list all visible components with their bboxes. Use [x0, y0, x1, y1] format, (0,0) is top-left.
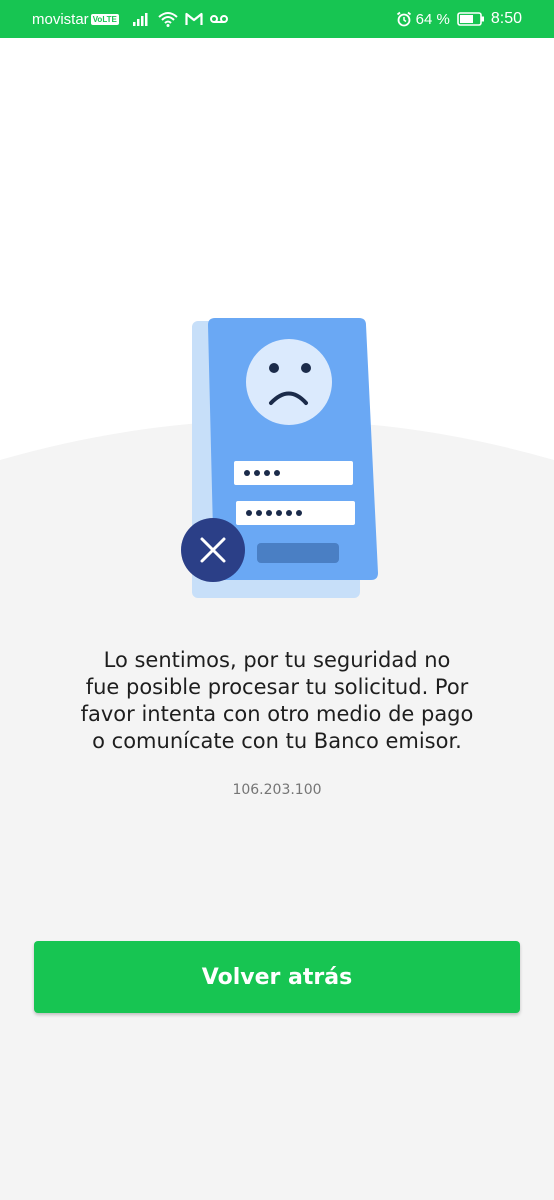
battery-icon: [457, 12, 485, 26]
wifi-icon: [158, 11, 178, 27]
battery-percent: 64 %: [415, 10, 450, 28]
signal-icon: [132, 11, 151, 27]
voicemail-icon: [209, 14, 228, 24]
alarm-icon: [396, 11, 412, 27]
carrier-name: movistar: [32, 10, 89, 28]
volte-badge: VoLTE: [90, 13, 119, 25]
password-field-1: [234, 461, 353, 485]
status-bar: movistar VoLTE 64 % 8:50: [0, 0, 554, 38]
gmail-icon: [185, 12, 203, 26]
close-icon: [181, 518, 245, 582]
error-message-line: fue posible procesar tu solicitud. Por: [85, 675, 469, 699]
password-field-2: [236, 501, 355, 525]
error-message: Lo sentimos, por tu seguridad no fue pos…: [27, 647, 527, 755]
error-code: 106.203.100: [232, 782, 322, 798]
status-bar-right: 64 % 8:50: [396, 0, 522, 38]
error-message-line: o comunícate con tu Banco emisor.: [92, 729, 462, 753]
back-button[interactable]: Volver atrás: [34, 941, 520, 1013]
submit-bar: [257, 543, 339, 563]
error-illustration: [181, 318, 378, 598]
error-message-line: favor intenta con otro medio de pago: [80, 702, 474, 726]
clock: 8:50: [490, 10, 522, 27]
error-message-line: Lo sentimos, por tu seguridad no: [103, 648, 451, 672]
status-bar-left: movistar VoLTE: [32, 0, 228, 38]
sad-face-icon: [246, 339, 332, 425]
